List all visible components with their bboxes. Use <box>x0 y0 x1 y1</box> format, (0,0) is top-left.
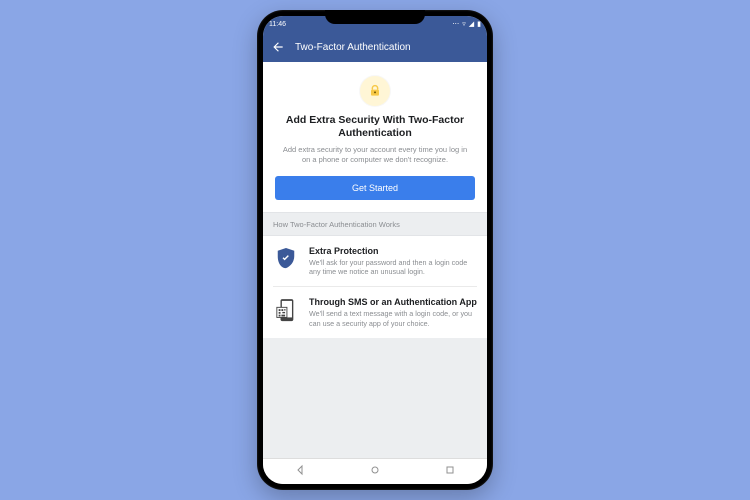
battery-icon: ▮ <box>477 20 481 28</box>
list-item-title: Through SMS or an Authentication App <box>309 297 477 307</box>
page-title: Two-Factor Authentication <box>295 42 411 53</box>
hero-heading: Add Extra Security With Two-Factor Authe… <box>281 114 469 140</box>
signal-icon: ◢ <box>469 20 474 28</box>
list-item-text: Extra Protection We'll ask for your pass… <box>309 246 477 277</box>
shield-icon <box>273 246 299 271</box>
nav-recent-icon[interactable] <box>444 463 456 481</box>
list-item: Through SMS or an Authentication App We'… <box>273 286 477 338</box>
nav-home-icon[interactable] <box>369 463 381 481</box>
app-bar: Two-Factor Authentication <box>263 32 487 62</box>
android-nav-bar <box>263 458 487 484</box>
info-list: Extra Protection We'll ask for your pass… <box>263 236 487 338</box>
content: Add Extra Security With Two-Factor Authe… <box>263 62 487 458</box>
list-item-desc: We'll ask for your password and then a l… <box>309 258 477 277</box>
hero-card: Add Extra Security With Two-Factor Authe… <box>263 62 487 212</box>
nav-back-icon[interactable] <box>294 463 306 481</box>
notch <box>325 10 425 24</box>
list-item-desc: We'll send a text message with a login c… <box>309 309 477 328</box>
phone-frame: 11:46 ⋯ ▿ ◢ ▮ Two-Factor Authentication <box>257 10 493 490</box>
get-started-button[interactable]: Get Started <box>275 176 475 200</box>
back-icon[interactable] <box>271 40 285 54</box>
phone-qr-icon <box>273 297 299 324</box>
screen: 11:46 ⋯ ▿ ◢ ▮ Two-Factor Authentication <box>263 16 487 484</box>
hero-subtext: Add extra security to your account every… <box>279 145 471 165</box>
list-item-title: Extra Protection <box>309 246 477 256</box>
list-item: Extra Protection We'll ask for your pass… <box>263 236 487 287</box>
wifi-icon: ▿ <box>462 20 466 28</box>
section-label: How Two-Factor Authentication Works <box>263 212 487 236</box>
status-icons: ⋯ ▿ ◢ ▮ <box>452 20 481 28</box>
lock-icon <box>360 76 390 106</box>
status-time: 11:46 <box>269 21 286 28</box>
list-item-text: Through SMS or an Authentication App We'… <box>309 297 477 328</box>
more-icon: ⋯ <box>452 20 459 28</box>
